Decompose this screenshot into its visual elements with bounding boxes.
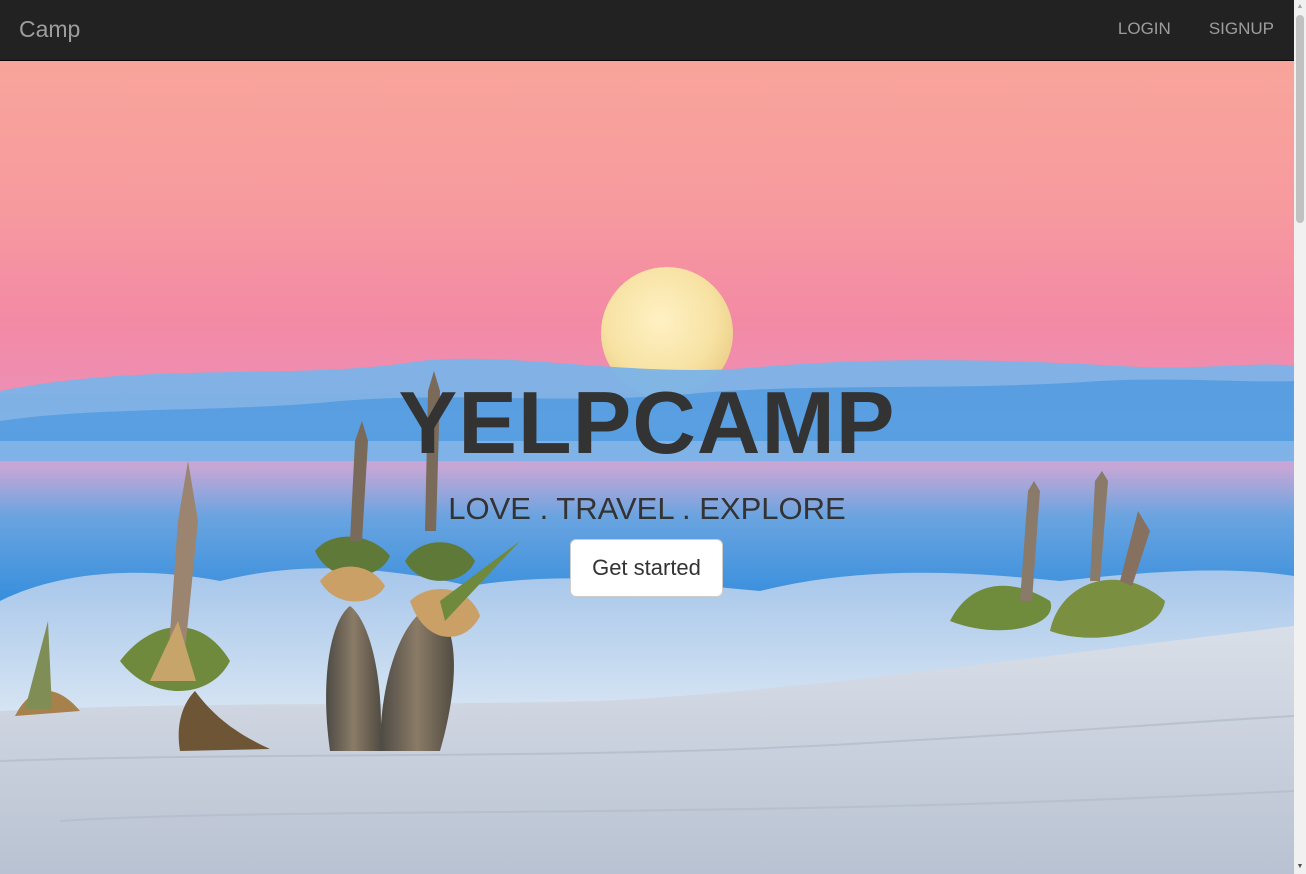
page: Camp LOGIN SIGNUP YELPCAMP LOVE . TRAVEL… xyxy=(0,0,1306,874)
navbar: Camp LOGIN SIGNUP xyxy=(0,0,1294,61)
scroll-down-arrow-icon[interactable]: ▼ xyxy=(1294,860,1306,874)
hero-section: YELPCAMP LOVE . TRAVEL . EXPLORE Get sta… xyxy=(0,61,1294,874)
hero-content: YELPCAMP LOVE . TRAVEL . EXPLORE Get sta… xyxy=(0,61,1294,874)
vertical-scrollbar[interactable]: ▲ ▼ xyxy=(1294,0,1306,874)
nav-links: LOGIN SIGNUP xyxy=(1118,18,1274,40)
get-started-button[interactable]: Get started xyxy=(570,539,723,597)
scroll-thumb[interactable] xyxy=(1296,15,1304,223)
scroll-up-arrow-icon[interactable]: ▲ xyxy=(1294,0,1306,14)
brand-link[interactable]: Camp xyxy=(19,15,80,43)
signup-link[interactable]: SIGNUP xyxy=(1209,18,1274,40)
hero-title: YELPCAMP xyxy=(398,373,896,472)
hero-tagline: LOVE . TRAVEL . EXPLORE xyxy=(448,491,846,526)
login-link[interactable]: LOGIN xyxy=(1118,18,1171,40)
